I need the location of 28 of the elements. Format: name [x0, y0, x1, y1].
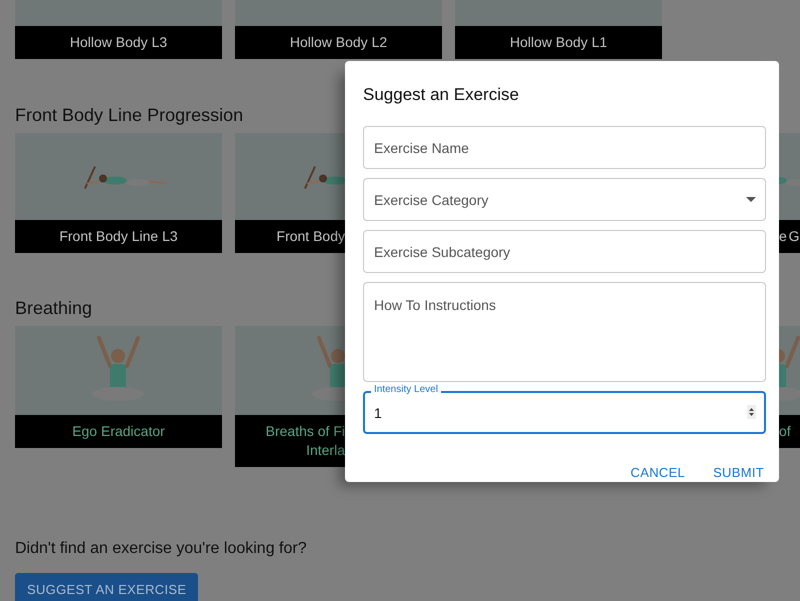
spinner-icon[interactable] [747, 405, 756, 419]
card-label-bar[interactable]: Front Body Line L3 [15, 220, 222, 253]
dialog-title: Suggest an Exercise [363, 85, 520, 105]
card-label-bar[interactable]: Hollow Body L3 [15, 26, 222, 59]
card-title: Breaths of Fi Interla [266, 423, 345, 458]
card-title: Hollow Body L3 [70, 34, 168, 50]
card-label-bar[interactable]: Ego Eradicator [15, 415, 222, 448]
text-field[interactable]: Exercise Name [363, 126, 766, 169]
textarea-field[interactable]: How To Instructions [363, 282, 766, 382]
card-title: Hollow Body L1 [510, 34, 608, 50]
section-heading: Breathing [15, 297, 92, 319]
section-heading: Front Body Line Progression [15, 104, 244, 126]
submit-button[interactable]: SUBMIT [707, 459, 770, 486]
card-title: Ego Eradicator [72, 423, 165, 439]
prompt-text: Didn't find an exercise you're looking for? [15, 539, 308, 559]
suggest-button[interactable]: SUGGEST AN EXERCISE [15, 573, 198, 601]
submit-button[interactable]: CANCEL [624, 459, 692, 486]
card-label-bar[interactable]: Hollow Body L1 [455, 26, 662, 59]
select-field[interactable]: Exercise Category [363, 178, 766, 221]
dropdown-caret-icon[interactable] [746, 197, 756, 202]
field-label: Intensity Level [371, 384, 441, 396]
text-field[interactable]: Exercise Subcategory [363, 230, 766, 273]
card-title: Hollow Body L2 [290, 34, 388, 50]
card-title: Front Body Line L3 [59, 228, 178, 244]
card-title: Front Body [276, 228, 345, 244]
card-title: of [779, 423, 791, 439]
card-label-bar[interactable]: Hollow Body L2 [235, 26, 442, 59]
card-title: e G [779, 228, 800, 244]
